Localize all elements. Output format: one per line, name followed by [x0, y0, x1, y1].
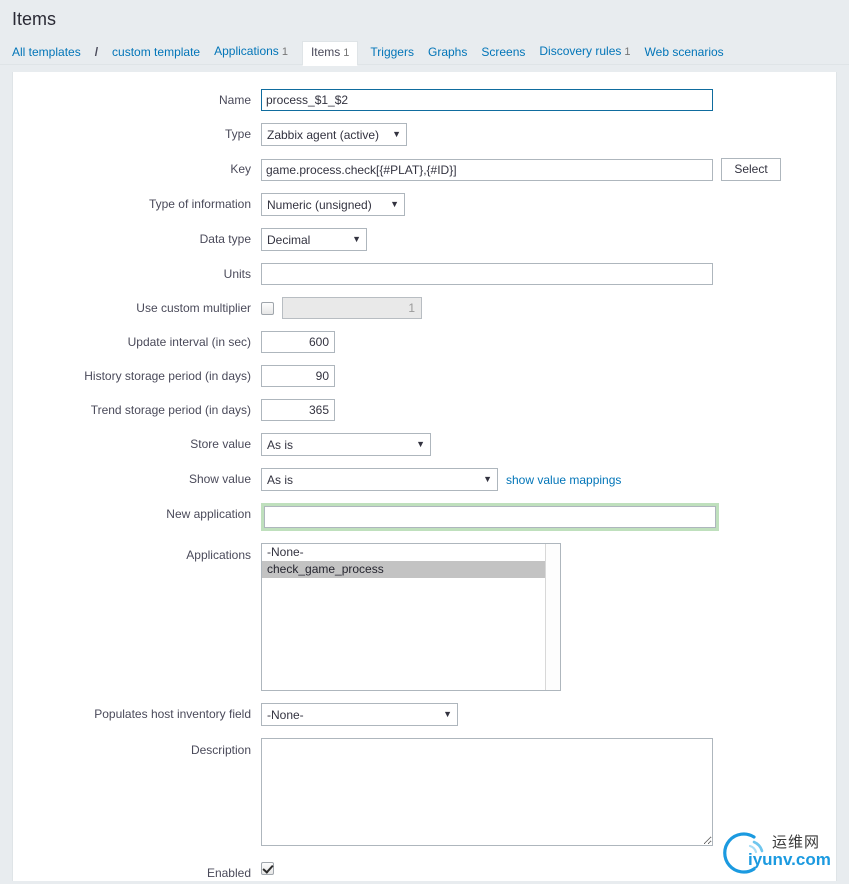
applications-listbox[interactable]: -None- check_game_process: [261, 543, 561, 691]
form-row-type-of-information: Type of information Numeric (unsigned) ▼: [13, 193, 836, 216]
description-textarea[interactable]: [261, 738, 713, 846]
tab-screens[interactable]: Screens: [481, 45, 525, 59]
chevron-down-icon: ▼: [392, 129, 401, 139]
list-item[interactable]: check_game_process: [262, 561, 560, 578]
form-row-key: Key Select: [13, 158, 836, 181]
label-description: Description: [190, 743, 251, 757]
breadcrumb-all-templates[interactable]: All templates: [12, 45, 81, 59]
label-units: Units: [223, 267, 251, 281]
chevron-down-icon: ▼: [352, 234, 361, 244]
enabled-checkbox[interactable]: [261, 862, 274, 875]
type-select[interactable]: Zabbix agent (active) ▼: [261, 123, 407, 146]
form-row-host-inventory-field: Populates host inventory field -None- ▼: [13, 703, 836, 726]
item-form: Name Type Zabbix agent (active) ▼ Key Se…: [13, 72, 836, 884]
chevron-down-icon: ▼: [416, 439, 425, 449]
label-key: Key: [230, 162, 251, 176]
label-store-value: Store value: [190, 437, 251, 451]
show-value-mappings-link[interactable]: show value mappings: [506, 473, 621, 487]
form-row-history-storage-period: History storage period (in days): [13, 365, 836, 387]
trend-storage-period-input[interactable]: [261, 399, 335, 421]
new-application-input[interactable]: [264, 506, 716, 528]
form-row-store-value: Store value As is ▼: [13, 433, 836, 456]
form-row-description: Description: [13, 738, 836, 846]
chevron-down-icon: ▼: [483, 474, 492, 484]
history-storage-period-input[interactable]: [261, 365, 335, 387]
name-input[interactable]: [261, 89, 713, 111]
breadcrumb-separator: /: [94, 44, 99, 59]
label-use-custom-multiplier: Use custom multiplier: [136, 301, 251, 315]
label-new-application: New application: [166, 507, 251, 521]
label-show-value: Show value: [188, 472, 251, 486]
tab-items-label: Items: [310, 45, 341, 59]
form-row-applications: Applications -None- check_game_process: [13, 543, 836, 691]
form-row-new-application: New application: [13, 503, 836, 531]
form-row-show-value: Show value As is ▼ show value mappings: [13, 468, 836, 491]
tab-applications-label: Applications: [214, 44, 279, 58]
tab-items[interactable]: Items 1: [301, 41, 359, 66]
chevron-down-icon: ▼: [443, 709, 452, 719]
show-value-value: As is: [267, 472, 294, 487]
breadcrumb-custom-template[interactable]: custom template: [112, 45, 200, 59]
custom-multiplier-input: [282, 297, 422, 319]
label-host-inventory-field: Populates host inventory field: [94, 707, 251, 721]
store-value-value: As is: [267, 437, 294, 452]
form-row-units: Units: [13, 263, 836, 285]
list-item[interactable]: -None-: [262, 544, 560, 561]
type-of-information-value: Numeric (unsigned): [267, 197, 372, 212]
data-type-select[interactable]: Decimal ▼: [261, 228, 367, 251]
tab-applications[interactable]: Applications 1: [214, 44, 288, 59]
type-select-value: Zabbix agent (active): [267, 127, 380, 142]
page-title: Items: [12, 9, 57, 29]
applications-listbox-scrollbar[interactable]: [545, 544, 560, 690]
label-history-storage-period: History storage period (in days): [84, 369, 251, 383]
form-row-name: Name: [13, 89, 836, 111]
tab-graphs[interactable]: Graphs: [428, 45, 467, 59]
label-applications: Applications: [186, 548, 251, 562]
form-row-trend-storage-period: Trend storage period (in days): [13, 399, 836, 421]
update-interval-input[interactable]: [261, 331, 335, 353]
data-type-value: Decimal: [267, 232, 311, 247]
tab-web-scenarios[interactable]: Web scenarios: [645, 45, 724, 59]
form-row-data-type: Data type Decimal ▼: [13, 228, 836, 251]
units-input[interactable]: [261, 263, 713, 285]
tab-discovery-rules-label: Discovery rules: [539, 44, 622, 58]
use-custom-multiplier-checkbox[interactable]: [261, 301, 274, 315]
label-update-interval: Update interval (in sec): [127, 335, 251, 349]
chevron-down-icon: ▼: [390, 199, 399, 209]
tab-triggers[interactable]: Triggers: [370, 45, 414, 59]
store-value-select[interactable]: As is ▼: [261, 433, 431, 456]
navigation-bar: All templates / custom template Applicat…: [0, 38, 849, 66]
host-inventory-field-value: -None-: [267, 707, 304, 722]
type-of-information-select[interactable]: Numeric (unsigned) ▼: [261, 193, 405, 216]
key-input[interactable]: [261, 158, 713, 181]
label-data-type: Data type: [199, 232, 251, 246]
tab-discovery-rules[interactable]: Discovery rules 1: [539, 44, 630, 59]
label-type-of-information: Type of information: [148, 197, 251, 211]
form-row-use-custom-multiplier: Use custom multiplier: [13, 297, 836, 319]
new-application-highlight: [261, 503, 719, 531]
label-type: Type: [224, 127, 251, 141]
form-row-type: Type Zabbix agent (active) ▼: [13, 123, 836, 146]
tab-items-count: 1: [343, 47, 350, 59]
label-trend-storage-period: Trend storage period (in days): [90, 403, 251, 417]
tab-applications-count: 1: [281, 46, 288, 58]
show-value-select[interactable]: As is ▼: [261, 468, 498, 491]
tab-discovery-rules-count: 1: [624, 46, 631, 58]
key-select-button[interactable]: Select: [721, 158, 781, 181]
form-row-update-interval: Update interval (in sec): [13, 331, 836, 353]
page-header: Items: [0, 0, 849, 38]
host-inventory-field-select[interactable]: -None- ▼: [261, 703, 458, 726]
item-form-panel: Name Type Zabbix agent (active) ▼ Key Se…: [12, 72, 837, 881]
label-name: Name: [218, 93, 251, 107]
